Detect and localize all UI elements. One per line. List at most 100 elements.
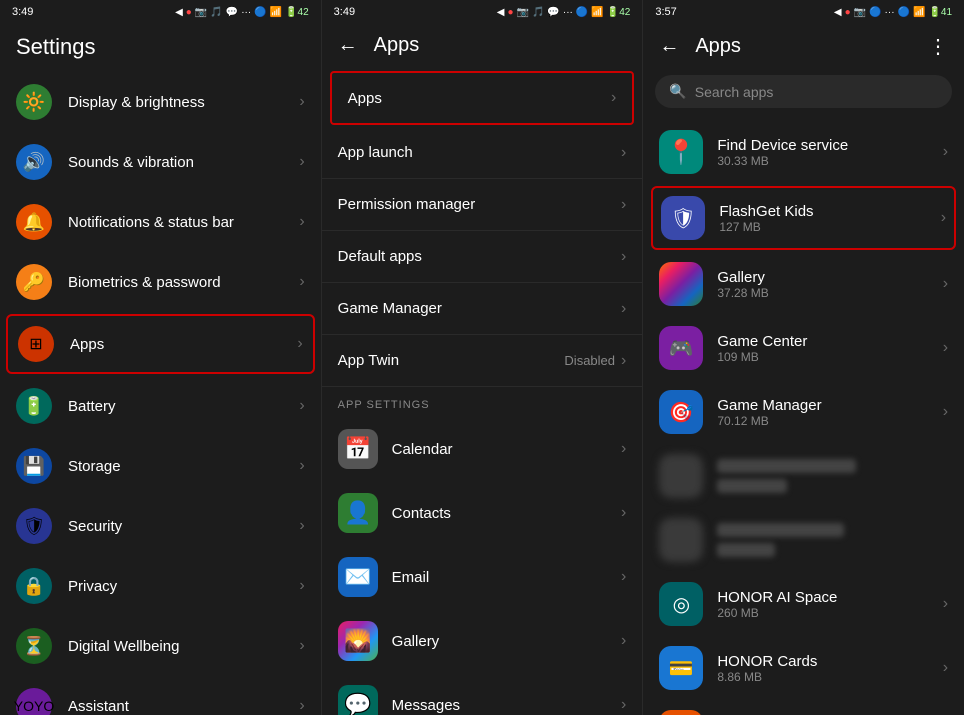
menu-item-apps[interactable]: Apps › bbox=[330, 71, 635, 125]
app-list-item-honor-cards[interactable]: 💳 HONOR Cards 8.86 MB › bbox=[643, 636, 964, 700]
find-device-icon: 📍 bbox=[659, 130, 703, 174]
status-bar-3: 3:57 ◀ ● 📷 🔵 ··· 🔵 📶 🔋41 bbox=[643, 0, 964, 24]
menu-item-permission-manager[interactable]: Permission manager › bbox=[322, 179, 643, 231]
messages-icon: 💬 bbox=[338, 685, 378, 715]
display-icon: 🔆 bbox=[16, 84, 52, 120]
settings-item-assistant[interactable]: YOYO Assistant › bbox=[0, 676, 321, 715]
app-list-item-honor-ai[interactable]: ◎ HONOR AI Space 260 MB › bbox=[643, 572, 964, 636]
app-item-contacts[interactable]: 👤 Contacts › bbox=[322, 481, 643, 545]
assistant-chevron: › bbox=[299, 697, 304, 715]
blurred-item-2 bbox=[643, 508, 964, 572]
menu-app-twin-label: App Twin bbox=[338, 352, 565, 369]
settings-item-digital[interactable]: ⏳ Digital Wellbeing › bbox=[0, 616, 321, 676]
sounds-label: Sounds & vibration bbox=[68, 154, 299, 171]
find-device-text: Find Device service 30.33 MB bbox=[717, 137, 942, 168]
settings-item-apps[interactable]: ⊞ Apps › bbox=[6, 314, 315, 374]
digital-label: Digital Wellbeing bbox=[68, 638, 299, 655]
more-button-3[interactable]: ⋮ bbox=[928, 34, 948, 59]
settings-item-privacy[interactable]: 🔒 Privacy › bbox=[0, 556, 321, 616]
notifications-icon: 🔔 bbox=[16, 204, 52, 240]
settings-item-display[interactable]: 🔆 Display & brightness › bbox=[0, 72, 321, 132]
app-item-calendar[interactable]: 📅 Calendar › bbox=[322, 417, 643, 481]
contacts-chevron: › bbox=[621, 504, 626, 522]
contacts-icon: 👤 bbox=[338, 493, 378, 533]
menu-default-apps-label: Default apps bbox=[338, 248, 621, 265]
calendar-text: Calendar bbox=[392, 441, 621, 458]
battery-icon: 🔋 bbox=[16, 388, 52, 424]
menu-item-game-manager[interactable]: Game Manager › bbox=[322, 283, 643, 335]
apps-text: Apps bbox=[70, 336, 297, 353]
apps-menu-title: Apps bbox=[374, 34, 420, 57]
menu-item-app-launch[interactable]: App launch › bbox=[322, 127, 643, 179]
back-button-3[interactable]: ← bbox=[659, 35, 679, 58]
display-label: Display & brightness bbox=[68, 94, 299, 111]
app-list-item-find-device[interactable]: 📍 Find Device service 30.33 MB › bbox=[643, 120, 964, 184]
honor-cards-list-text: HONOR Cards 8.86 MB bbox=[717, 653, 942, 684]
settings-item-notifications[interactable]: 🔔 Notifications & status bar › bbox=[0, 192, 321, 252]
gallery-icon: 🌄 bbox=[338, 621, 378, 661]
privacy-text: Privacy bbox=[68, 578, 299, 595]
settings-list: 🔆 Display & brightness › 🔊 Sounds & vibr… bbox=[0, 68, 321, 715]
app-item-messages[interactable]: 💬 Messages › bbox=[322, 673, 643, 715]
game-center-size: 109 MB bbox=[717, 350, 942, 364]
app-list-item-flashget[interactable]: 🛡 FlashGet Kids 127 MB › bbox=[651, 186, 956, 250]
honor-cards-list-name: HONOR Cards bbox=[717, 653, 942, 670]
search-icon: 🔍 bbox=[669, 83, 686, 100]
back-button-2[interactable]: ← bbox=[338, 34, 358, 57]
honor-ai-chevron: › bbox=[943, 595, 948, 613]
blurred-size-1 bbox=[717, 479, 786, 493]
flashget-icon: 🛡 bbox=[661, 196, 705, 240]
settings-item-security[interactable]: 🛡 Security › bbox=[0, 496, 321, 556]
security-icon: 🛡 bbox=[16, 508, 52, 544]
menu-apps-label: Apps bbox=[348, 90, 611, 107]
menu-item-app-twin[interactable]: App Twin Disabled › bbox=[322, 335, 643, 387]
digital-icon: ⏳ bbox=[16, 628, 52, 664]
calendar-chevron: › bbox=[621, 440, 626, 458]
battery-chevron: › bbox=[299, 397, 304, 415]
biometrics-chevron: › bbox=[299, 273, 304, 291]
gallery-text: Gallery bbox=[392, 633, 621, 650]
sounds-text: Sounds & vibration bbox=[68, 154, 299, 171]
messages-label: Messages bbox=[392, 697, 621, 714]
storage-chevron: › bbox=[299, 457, 304, 475]
app-list-item-game-center[interactable]: 🎮 Game Center 109 MB › bbox=[643, 316, 964, 380]
app-list-item-game-manager[interactable]: 🎯 Game Manager 70.12 MB › bbox=[643, 380, 964, 444]
email-icon: ✉️ bbox=[338, 557, 378, 597]
menu-item-default-apps[interactable]: Default apps › bbox=[322, 231, 643, 283]
sounds-icon: 🔊 bbox=[16, 144, 52, 180]
security-label: Security bbox=[68, 518, 299, 535]
notifications-chevron: › bbox=[299, 213, 304, 231]
contacts-text: Contacts bbox=[392, 505, 621, 522]
contacts-label: Contacts bbox=[392, 505, 621, 522]
search-bar[interactable]: 🔍 Search apps bbox=[655, 75, 952, 108]
storage-icon: 💾 bbox=[16, 448, 52, 484]
apps-icon: ⊞ bbox=[18, 326, 54, 362]
flashget-name: FlashGet Kids bbox=[719, 203, 940, 220]
status-icons-1: ◀ ● 📷 🎵 💬 ··· 🔵 📶 🔋42 bbox=[175, 7, 309, 18]
settings-item-sounds[interactable]: 🔊 Sounds & vibration › bbox=[0, 132, 321, 192]
blurred-name-1 bbox=[717, 459, 855, 473]
app-list-item-honor-choice[interactable]: 🛍 HONOR Choice 103 MB › bbox=[643, 700, 964, 715]
calendar-icon: 📅 bbox=[338, 429, 378, 469]
apps-nav-header: ← Apps bbox=[322, 24, 643, 65]
battery-text: Battery bbox=[68, 398, 299, 415]
menu-app-twin-value: Disabled bbox=[564, 353, 615, 368]
biometrics-text: Biometrics & password bbox=[68, 274, 299, 291]
status-bar-2: 3:49 ◀ ● 📷 🎵 💬 ··· 🔵 📶 🔋42 bbox=[322, 0, 643, 24]
app-list-panel: 3:57 ◀ ● 📷 🔵 ··· 🔵 📶 🔋41 ← Apps ⋮ 🔍 Sear… bbox=[643, 0, 964, 715]
app-list-item-gallery[interactable]: Gallery 37.28 MB › bbox=[643, 252, 964, 316]
app-item-email[interactable]: ✉️ Email › bbox=[322, 545, 643, 609]
app-item-gallery[interactable]: 🌄 Gallery › bbox=[322, 609, 643, 673]
honor-ai-size: 260 MB bbox=[717, 606, 942, 620]
messages-text: Messages bbox=[392, 697, 621, 714]
find-device-size: 30.33 MB bbox=[717, 154, 942, 168]
biometrics-icon: 🔑 bbox=[16, 264, 52, 300]
settings-item-storage[interactable]: 💾 Storage › bbox=[0, 436, 321, 496]
app-list-title: Apps bbox=[695, 35, 741, 58]
settings-item-biometrics[interactable]: 🔑 Biometrics & password › bbox=[0, 252, 321, 312]
game-manager-name: Game Manager bbox=[717, 397, 942, 414]
status-icons-3: ◀ ● 📷 🔵 ··· 🔵 📶 🔋41 bbox=[834, 7, 952, 18]
settings-item-battery[interactable]: 🔋 Battery › bbox=[0, 376, 321, 436]
apps-menu-panel: 3:49 ◀ ● 📷 🎵 💬 ··· 🔵 📶 🔋42 ← Apps Apps ›… bbox=[322, 0, 644, 715]
game-center-text: Game Center 109 MB bbox=[717, 333, 942, 364]
